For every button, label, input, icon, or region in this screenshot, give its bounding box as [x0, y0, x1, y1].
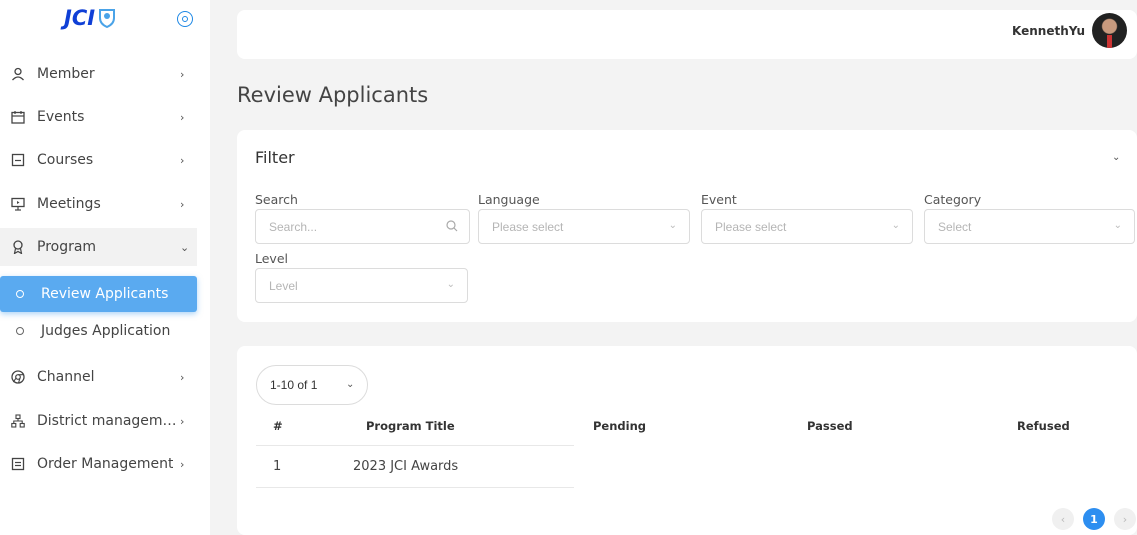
sidebar-item-courses[interactable]: Courses ›	[0, 141, 197, 179]
chevron-right-icon: ›	[180, 153, 185, 167]
pagination-prev-button[interactable]: ‹	[1052, 508, 1074, 530]
language-label: Language	[478, 192, 540, 207]
chevron-right-icon: ›	[180, 67, 185, 81]
jci-logo[interactable]: JCI	[64, 6, 116, 30]
page-title: Review Applicants	[237, 83, 429, 107]
category-placeholder: Select	[938, 220, 972, 234]
sidebar-item-order-management[interactable]: Order Management ›	[0, 445, 197, 483]
logo-text: JCI	[64, 6, 96, 30]
logo-row: JCI	[0, 0, 210, 40]
chevron-down-icon: ⌄	[180, 240, 190, 254]
top-header: KennethYu	[237, 10, 1137, 59]
calendar-icon	[11, 110, 25, 124]
column-header-refused: Refused	[1017, 419, 1070, 433]
filter-title: Filter	[255, 148, 295, 167]
sidebar-item-label: Order Management	[37, 456, 174, 472]
chevron-down-icon: ⌄	[446, 279, 455, 290]
sidebar-item-label: Program	[37, 239, 97, 255]
target-icon	[182, 16, 188, 22]
jci-emblem-icon	[99, 9, 116, 28]
language-select[interactable]: Please select ⌄	[478, 209, 690, 244]
level-placeholder: Level	[269, 279, 298, 293]
sidebar-item-program[interactable]: Program ⌄	[0, 228, 197, 266]
chevron-right-icon: ›	[180, 457, 185, 471]
cell-index: 1	[273, 459, 282, 474]
event-select[interactable]: Please select ⌄	[701, 209, 913, 244]
chevron-down-icon: ⌄	[346, 379, 355, 390]
bullet-icon	[16, 290, 24, 298]
sidebar-item-member[interactable]: Member ›	[0, 55, 197, 93]
sidebar-item-meetings[interactable]: Meetings ›	[0, 185, 197, 223]
username[interactable]: KennethYu	[1012, 24, 1085, 38]
sidebar-item-label: Meetings	[37, 196, 101, 212]
pagination-next-button[interactable]: ›	[1114, 508, 1136, 530]
sidebar-subitem-label: Review Applicants	[41, 286, 169, 302]
sidebar-item-label: Member	[37, 66, 95, 82]
bullet-icon	[16, 327, 24, 335]
sidebar-subitem-judges-application[interactable]: Judges Application	[0, 313, 197, 349]
row-divider	[256, 445, 574, 446]
level-label: Level	[255, 251, 288, 266]
award-icon	[11, 240, 25, 254]
sidebar-item-events[interactable]: Events ›	[0, 98, 197, 136]
sidebar-item-label: Courses	[37, 152, 94, 168]
sidebar-collapse-button[interactable]	[177, 11, 193, 27]
search-label: Search	[255, 192, 298, 207]
column-header-pending: Pending	[593, 419, 647, 433]
sidebar: JCI Member › Events › Courses › Meetings…	[0, 0, 210, 535]
chevron-right-icon: ›	[180, 110, 185, 124]
sidebar-item-channel[interactable]: Channel ›	[0, 358, 197, 396]
sidebar-subitem-label: Judges Application	[41, 323, 171, 339]
column-header-program-title: Program Title	[366, 419, 455, 433]
chevron-down-icon: ⌄	[668, 220, 677, 231]
page-size-label: 1-10 of 1	[270, 378, 318, 392]
avatar-tie	[1107, 35, 1112, 48]
presentation-icon	[11, 197, 25, 211]
document-icon	[11, 153, 25, 167]
sidebar-item-label: Channel	[37, 369, 95, 385]
filter-card: Filter ⌄ Search Search... Language Pleas…	[237, 130, 1137, 322]
category-label: Category	[924, 192, 982, 207]
sidebar-item-label: Events	[37, 109, 85, 125]
search-icon	[446, 220, 458, 232]
chevron-right-icon: ›	[180, 414, 185, 428]
chevron-down-icon: ⌄	[1113, 220, 1122, 231]
event-label: Event	[701, 192, 737, 207]
chevron-down-icon: ⌄	[891, 220, 900, 231]
results-card: 1-10 of 1 ⌄ # Program Title Pending Pass…	[237, 346, 1137, 535]
org-chart-icon	[11, 414, 25, 428]
column-header-index: #	[273, 419, 283, 433]
search-input[interactable]: Search...	[255, 209, 470, 244]
category-select[interactable]: Select ⌄	[924, 209, 1135, 244]
event-placeholder: Please select	[715, 220, 787, 234]
sidebar-item-label: District manageme...	[37, 413, 177, 429]
language-placeholder: Please select	[492, 220, 564, 234]
row-divider	[256, 487, 574, 488]
chevron-right-icon: ›	[180, 197, 185, 211]
avatar[interactable]	[1092, 13, 1127, 48]
chevron-down-icon[interactable]: ⌄	[1112, 152, 1120, 163]
order-icon	[11, 457, 25, 471]
chrome-icon	[11, 370, 25, 384]
level-select[interactable]: Level ⌄	[255, 268, 468, 303]
cell-program-title: 2023 JCI Awards	[353, 459, 459, 474]
chevron-right-icon: ›	[180, 370, 185, 384]
search-placeholder: Search...	[269, 220, 318, 234]
sidebar-item-district-management[interactable]: District manageme... ›	[0, 402, 197, 440]
page-size-select[interactable]: 1-10 of 1 ⌄	[256, 365, 368, 405]
column-header-passed: Passed	[807, 419, 853, 433]
sidebar-subitem-review-applicants[interactable]: Review Applicants	[0, 276, 197, 312]
user-icon	[11, 67, 25, 81]
pagination-page-button[interactable]: 1	[1083, 508, 1105, 530]
